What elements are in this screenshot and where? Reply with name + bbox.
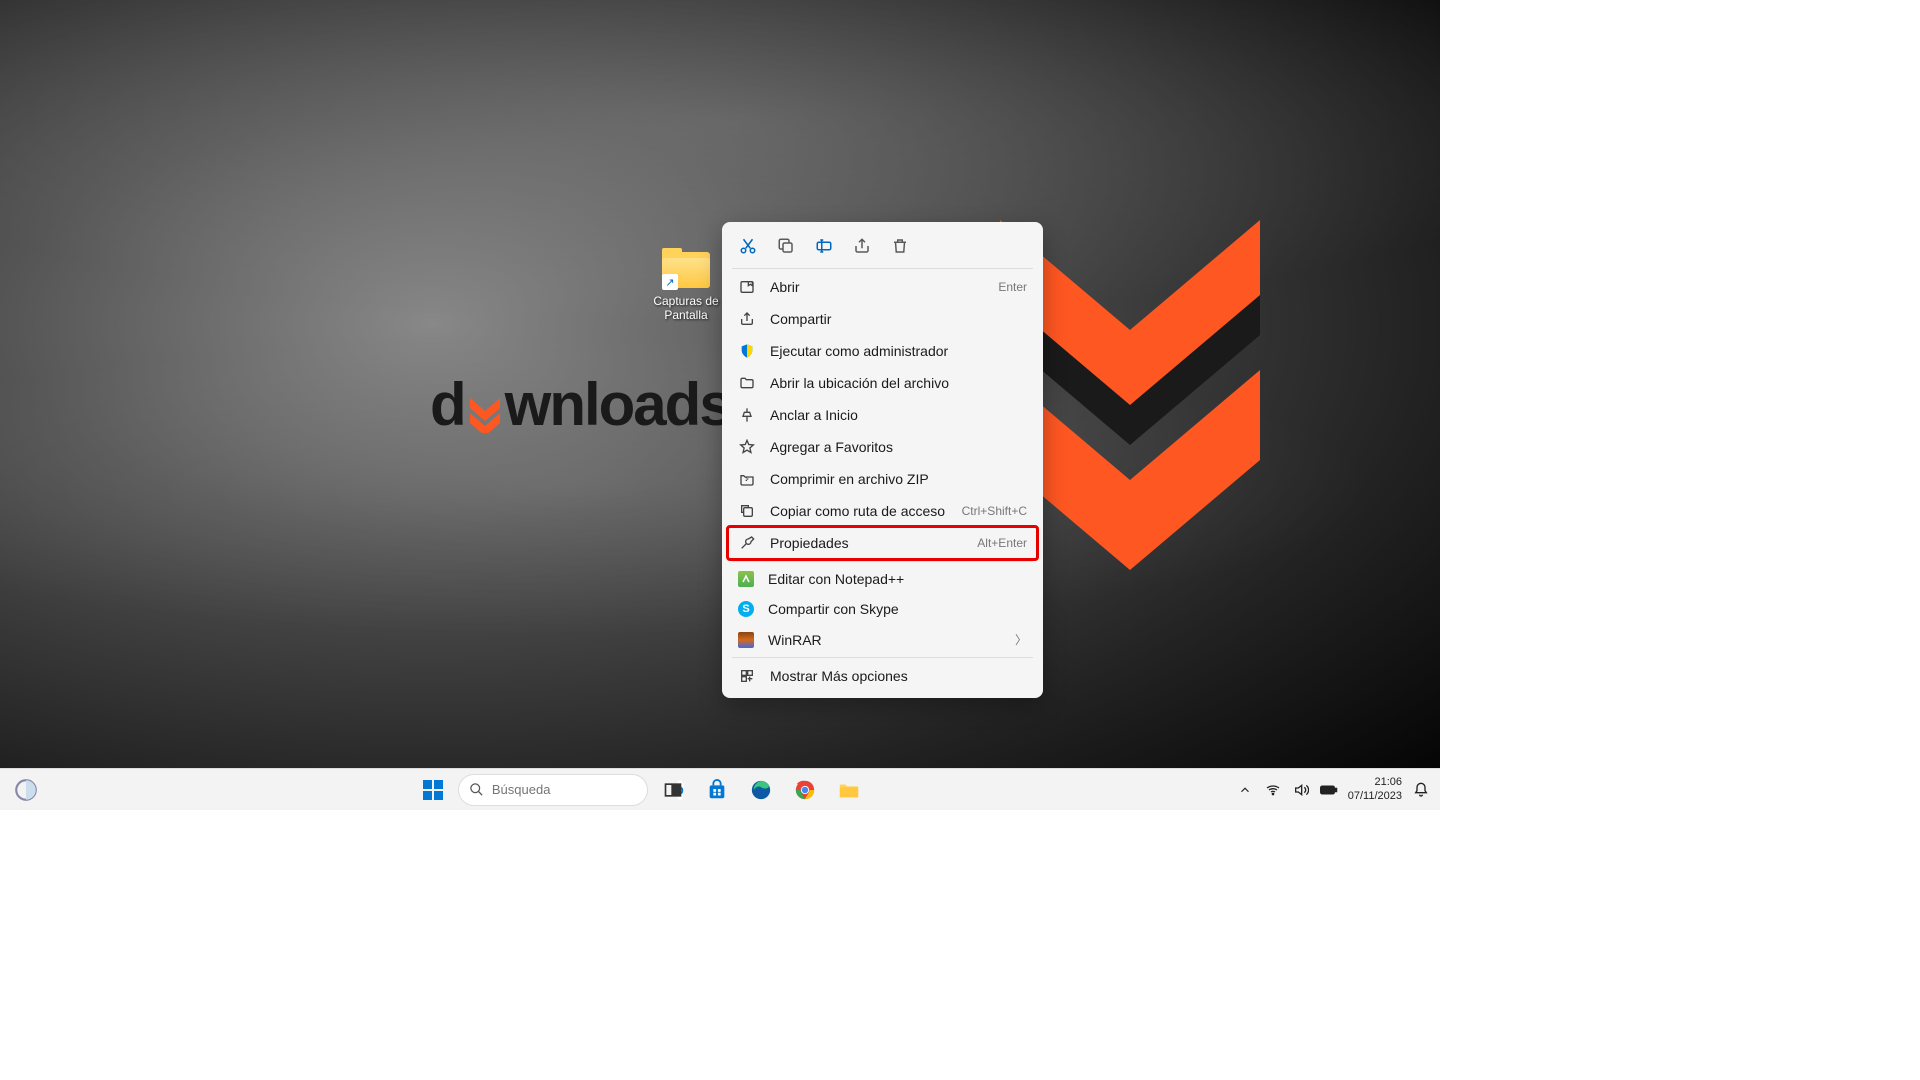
- clock-date: 07/11/2023: [1348, 790, 1402, 804]
- menu-shortcut: Ctrl+Shift+C: [962, 504, 1027, 518]
- menu-label: Agregar a Favoritos: [770, 439, 1027, 455]
- logo-chevron-small-icon: [465, 393, 505, 433]
- chrome-button[interactable]: [786, 774, 824, 806]
- more-options-icon: [738, 667, 756, 685]
- menu-item-compress-zip[interactable]: Comprimir en archivo ZIP: [728, 463, 1037, 495]
- menu-item-skype[interactable]: S Compartir con Skype: [728, 594, 1037, 624]
- taskbar: b 21:06 07/11/2023: [0, 768, 1440, 810]
- notepadpp-icon: [738, 571, 754, 587]
- logo-text-post: wnloads: [505, 371, 731, 438]
- search-icon: [469, 782, 484, 797]
- weather-widget[interactable]: [6, 770, 46, 810]
- copy-icon[interactable]: [776, 236, 796, 256]
- taskbar-clock[interactable]: 21:06 07/11/2023: [1348, 776, 1402, 804]
- folder-open-icon: [738, 374, 756, 392]
- logo-text-pre: d: [430, 371, 465, 438]
- start-button[interactable]: [414, 774, 452, 806]
- wifi-icon[interactable]: [1264, 782, 1282, 798]
- menu-item-winrar[interactable]: WinRAR 〉: [728, 624, 1037, 655]
- explorer-button[interactable]: [830, 774, 868, 806]
- menu-item-open[interactable]: Abrir Enter: [728, 271, 1037, 303]
- menu-item-add-favorites[interactable]: Agregar a Favoritos: [728, 431, 1037, 463]
- windows-logo-icon: [423, 780, 443, 800]
- menu-label: Anclar a Inicio: [770, 407, 1027, 423]
- menu-label: Abrir la ubicación del archivo: [770, 375, 1027, 391]
- menu-label: Comprimir en archivo ZIP: [770, 471, 1027, 487]
- folder-icon: ↗: [662, 252, 710, 290]
- chevron-right-icon: 〉: [1015, 631, 1027, 648]
- menu-item-share[interactable]: Compartir: [728, 303, 1037, 335]
- search-input[interactable]: [492, 782, 668, 797]
- context-menu: Abrir Enter Compartir Ejecutar como admi…: [722, 222, 1043, 698]
- menu-label: Editar con Notepad++: [768, 571, 1027, 587]
- share-icon[interactable]: [852, 236, 872, 256]
- pin-icon: [738, 406, 756, 424]
- divider: [732, 657, 1033, 658]
- desktop-shortcut-capturas[interactable]: ↗ Capturas de Pantalla: [649, 252, 723, 323]
- menu-item-copy-path[interactable]: Copiar como ruta de acceso Ctrl+Shift+C: [728, 495, 1037, 527]
- winrar-icon: [738, 632, 754, 648]
- menu-item-properties[interactable]: Propiedades Alt+Enter: [728, 527, 1037, 559]
- desktop-icon-label: Capturas de Pantalla: [649, 294, 723, 323]
- taskbar-search[interactable]: b: [458, 774, 648, 806]
- star-icon: [738, 438, 756, 456]
- edge-button[interactable]: [742, 774, 780, 806]
- notifications-icon[interactable]: [1412, 782, 1430, 798]
- battery-icon[interactable]: [1320, 783, 1338, 797]
- volume-icon[interactable]: [1292, 782, 1310, 798]
- open-icon: [738, 278, 756, 296]
- skype-icon: S: [738, 601, 754, 617]
- rename-icon[interactable]: [814, 236, 834, 256]
- menu-label: Mostrar Más opciones: [770, 668, 1027, 684]
- delete-icon[interactable]: [890, 236, 910, 256]
- shortcut-arrow-icon: ↗: [662, 274, 678, 290]
- menu-shortcut: Alt+Enter: [977, 536, 1027, 550]
- task-view-button[interactable]: [654, 774, 692, 806]
- cut-icon[interactable]: [738, 236, 758, 256]
- menu-item-notepadpp[interactable]: Editar con Notepad++: [728, 564, 1037, 594]
- tray-overflow-icon[interactable]: [1236, 783, 1254, 797]
- clock-time: 21:06: [1348, 776, 1402, 790]
- zip-icon: [738, 470, 756, 488]
- divider: [732, 561, 1033, 562]
- shield-icon: [738, 342, 756, 360]
- menu-item-open-location[interactable]: Abrir la ubicación del archivo: [728, 367, 1037, 399]
- share-out-icon: [738, 310, 756, 328]
- taskbar-center: b: [46, 774, 1236, 806]
- system-tray: 21:06 07/11/2023: [1236, 776, 1440, 804]
- menu-label: Copiar como ruta de acceso: [770, 503, 948, 519]
- copy-path-icon: [738, 502, 756, 520]
- context-menu-topbar: [728, 228, 1037, 266]
- menu-label: WinRAR: [768, 632, 1001, 648]
- menu-label: Compartir: [770, 311, 1027, 327]
- store-button[interactable]: [698, 774, 736, 806]
- divider: [732, 268, 1033, 269]
- menu-item-run-admin[interactable]: Ejecutar como administrador: [728, 335, 1037, 367]
- menu-label: Compartir con Skype: [768, 601, 1027, 617]
- menu-label: Propiedades: [770, 535, 963, 551]
- menu-label: Abrir: [770, 279, 984, 295]
- desktop[interactable]: d wnloads ↗ Capturas de Pantalla Abrir En…: [0, 0, 1440, 810]
- menu-item-more-options[interactable]: Mostrar Más opciones: [728, 660, 1037, 692]
- wrench-icon: [738, 534, 756, 552]
- wallpaper-logo: d wnloads: [430, 370, 731, 439]
- menu-item-pin-start[interactable]: Anclar a Inicio: [728, 399, 1037, 431]
- menu-shortcut: Enter: [998, 280, 1027, 294]
- menu-label: Ejecutar como administrador: [770, 343, 1027, 359]
